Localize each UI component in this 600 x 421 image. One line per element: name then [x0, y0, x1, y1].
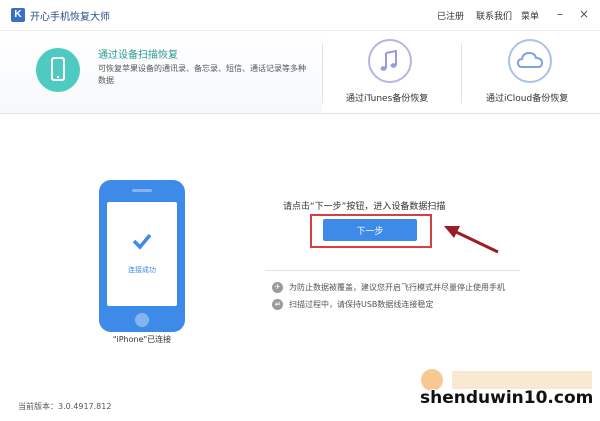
minimize-button[interactable]: – — [553, 6, 567, 22]
checkmark-icon — [132, 233, 152, 250]
plug-icon: ⇌ — [272, 299, 283, 310]
divider — [265, 270, 520, 271]
version-label: 当前版本：3.0.4917.812 — [18, 402, 112, 411]
tip-airplane-mode: ✈ 为防止数据被覆盖，建议您开启飞行模式并尽量停止使用手机 — [272, 282, 505, 293]
phone-speaker — [132, 189, 152, 192]
mode-itunes-label: 通过iTunes备份恢复 — [346, 94, 429, 104]
connection-status: 连接成功 — [128, 266, 156, 274]
divider — [461, 43, 462, 103]
menu-link[interactable]: 菜单 — [521, 9, 539, 22]
watermark: shenduwin10.com — [412, 366, 600, 421]
mode-device-scan[interactable]: 通过设备扫描恢复 可恢复苹果设备的通讯录、备忘录、短信、通话记录等多种数据 — [0, 31, 322, 113]
tip-text: 为防止数据被覆盖，建议您开启飞行模式并尽量停止使用手机 — [289, 283, 505, 292]
contact-us-link[interactable]: 联系我们 — [476, 9, 512, 22]
title-bar: K 开心手机恢复大师 已注册 联系我们 菜单 – × — [0, 0, 600, 31]
phone-home-button — [135, 313, 149, 327]
cloud-icon — [508, 39, 552, 83]
phone-icon — [36, 48, 80, 92]
device-connected-caption: "iPhone"已连接 — [112, 335, 172, 344]
mode-device-scan-title: 通过设备扫描恢复 — [98, 50, 178, 61]
app-logo-icon: K — [11, 8, 25, 22]
divider — [322, 43, 323, 103]
close-button[interactable]: × — [577, 6, 591, 22]
pointer-arrow-icon — [444, 226, 499, 254]
registered-link[interactable]: 已注册 — [437, 9, 464, 22]
tip-usb-stable: ⇌ 扫描过程中，请保持USB数据线连接稳定 — [272, 299, 433, 310]
tip-text: 扫描过程中，请保持USB数据线连接稳定 — [289, 300, 434, 309]
next-step-button[interactable]: 下一步 — [323, 219, 417, 241]
watermark-text: shenduwin10.com — [420, 388, 594, 408]
phone-screen: 连接成功 — [107, 202, 177, 306]
app-title: 开心手机恢复大师 — [30, 12, 110, 23]
recovery-mode-bar: 通过设备扫描恢复 可恢复苹果设备的通讯录、备忘录、短信、通话记录等多种数据 通过… — [0, 31, 600, 114]
phone-illustration: 连接成功 — [99, 180, 185, 332]
scan-prompt: 请点击“下一步”按钮，进入设备数据扫描 — [283, 202, 446, 212]
mode-device-scan-description: 可恢复苹果设备的通讯录、备忘录、短信、通话记录等多种数据 — [98, 64, 306, 85]
music-note-icon — [368, 39, 412, 83]
airplane-icon: ✈ — [272, 282, 283, 293]
mode-icloud-label: 通过iCloud备份恢复 — [486, 94, 569, 104]
